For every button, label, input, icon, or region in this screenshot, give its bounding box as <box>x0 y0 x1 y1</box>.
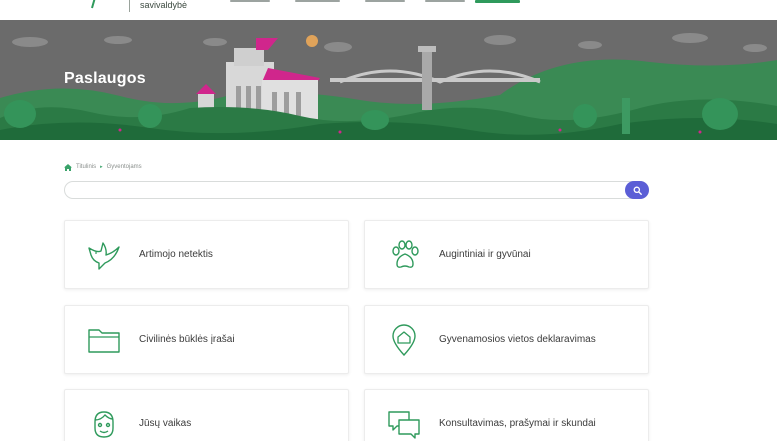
site-header: savivaldybė <box>0 0 777 20</box>
child-face-icon <box>94 411 114 438</box>
service-label: Konsultavimas, prašymai ir skundai <box>439 418 596 429</box>
service-label: Jūsų vaikas <box>139 418 192 429</box>
service-card-pets[interactable]: Augintiniai ir gyvūnai <box>364 220 649 289</box>
folder-icon <box>88 329 120 353</box>
service-card-your-child[interactable]: Jūsų vaikas <box>64 389 349 441</box>
search-bar <box>64 181 649 199</box>
main-nav <box>200 0 590 4</box>
location-home-icon <box>392 324 416 356</box>
dove-icon <box>88 242 120 270</box>
logo-text[interactable]: savivaldybė <box>140 0 187 10</box>
chat-bubbles-icon <box>388 411 420 439</box>
breadcrumb: Titulinis ▸ Gyventojams <box>64 162 142 172</box>
service-label: Augintiniai ir gyvūnai <box>439 249 531 260</box>
nav-item[interactable] <box>295 0 340 2</box>
nav-item-active[interactable] <box>475 0 520 3</box>
service-card-civil-records[interactable]: Civilinės būklės įrašai <box>64 305 349 374</box>
nav-item[interactable] <box>425 0 465 2</box>
service-label: Artimojo netektis <box>139 249 213 260</box>
page-title: Paslaugos <box>64 70 146 87</box>
hero-banner: Paslaugos <box>0 20 777 140</box>
nav-item[interactable] <box>230 0 270 2</box>
search-input[interactable] <box>75 184 615 196</box>
service-card-consultation[interactable]: Konsultavimas, prašymai ir skundai <box>364 389 649 441</box>
service-card-residence-declaration[interactable]: Gyvenamosios vietos deklaravimas <box>364 305 649 374</box>
breadcrumb-separator-icon: ▸ <box>100 164 103 170</box>
breadcrumb-item-current[interactable]: Gyventojams <box>107 164 142 170</box>
search-icon <box>633 186 642 195</box>
service-label: Civilinės būklės įrašai <box>139 334 235 345</box>
logo-icon[interactable] <box>86 0 100 10</box>
home-icon[interactable] <box>64 163 72 171</box>
service-card-bereavement[interactable]: Artimojo netektis <box>64 220 349 289</box>
service-label: Gyvenamosios vietos deklaravimas <box>439 334 596 345</box>
search-button[interactable] <box>625 181 649 199</box>
logo-divider <box>129 0 130 12</box>
breadcrumb-item-home[interactable]: Titulinis <box>76 164 96 170</box>
nav-item[interactable] <box>365 0 405 2</box>
paw-icon <box>392 240 419 268</box>
